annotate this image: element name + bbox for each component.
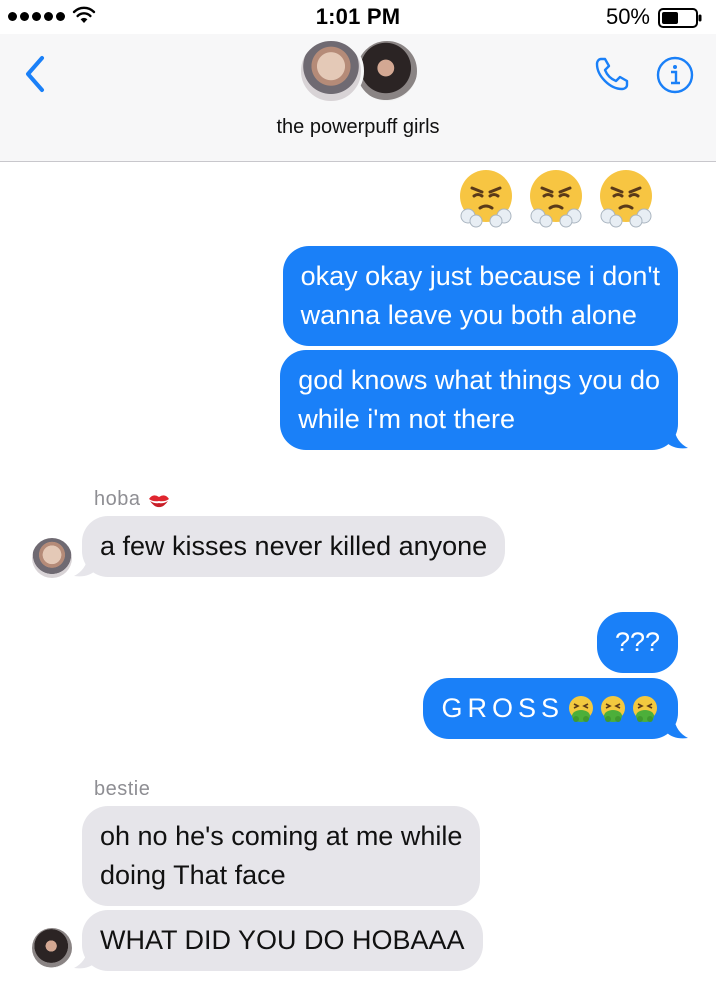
sender-name: bestie (94, 778, 151, 800)
nauseated-face-icon (633, 695, 657, 722)
outgoing-message-bubble[interactable]: god knows what things you do while i'm n… (280, 350, 678, 450)
face-with-steam-from-nose-icon (460, 170, 512, 228)
message-line: ??? (614, 627, 660, 657)
message-line: god knows what things you do (298, 365, 660, 395)
message-line: WHAT DID YOU DO HOBAAA (100, 925, 465, 955)
outgoing-message-bubble[interactable]: GROSS (423, 678, 678, 739)
bubble-tail (74, 948, 96, 969)
status-bar: 1:01 PM 50% (0, 0, 716, 34)
incoming-message-bubble[interactable]: oh no he's coming at me while doing That… (82, 806, 481, 906)
nauseated-face-icon (569, 695, 593, 722)
info-icon[interactable] (656, 56, 694, 94)
bubble-tail (74, 556, 96, 577)
kiss-mark-icon (148, 495, 169, 507)
back-button[interactable] (20, 54, 52, 94)
message-line: while i'm not there (298, 404, 516, 434)
message-line: oh no he's coming at me while (100, 821, 463, 851)
face-with-steam-from-nose-icon (530, 170, 582, 228)
message-line: okay okay just because i don't (300, 261, 660, 291)
sender-name-bestie: bestie (94, 778, 150, 801)
nauseated-face-icon (601, 695, 625, 722)
outgoing-message-bubble[interactable]: okay okay just because i don't wanna lea… (282, 246, 678, 346)
outgoing-message-bubble[interactable]: ??? (596, 612, 678, 673)
avatar-bestie-small[interactable] (32, 928, 72, 968)
message-line: a few kisses never killed anyone (100, 531, 488, 561)
message-line: wanna leave you both alone (300, 300, 637, 330)
battery-icon (658, 8, 702, 28)
sender-name: hoba (94, 488, 141, 510)
sender-name-hoba: hoba (94, 488, 171, 511)
avatar-hoba (298, 38, 364, 104)
phone-icon[interactable] (592, 54, 632, 94)
incoming-message-bubble[interactable]: WHAT DID YOU DO HOBAAA (82, 910, 483, 971)
group-avatars[interactable] (298, 36, 422, 106)
bubble-tail (666, 718, 688, 739)
group-name[interactable]: the powerpuff girls (0, 116, 716, 139)
emoji-message[interactable] (454, 166, 658, 230)
bubble-tail (666, 428, 688, 449)
message-line: doing That face (100, 860, 286, 890)
battery-percent: 50% (605, 4, 650, 29)
conversation-header: the powerpuff girls (0, 34, 716, 162)
face-with-steam-from-nose-icon (600, 170, 652, 228)
avatar-hoba-small[interactable] (32, 538, 72, 578)
incoming-message-bubble[interactable]: a few kisses never killed anyone (82, 516, 506, 577)
message-line: GROSS (441, 693, 564, 723)
